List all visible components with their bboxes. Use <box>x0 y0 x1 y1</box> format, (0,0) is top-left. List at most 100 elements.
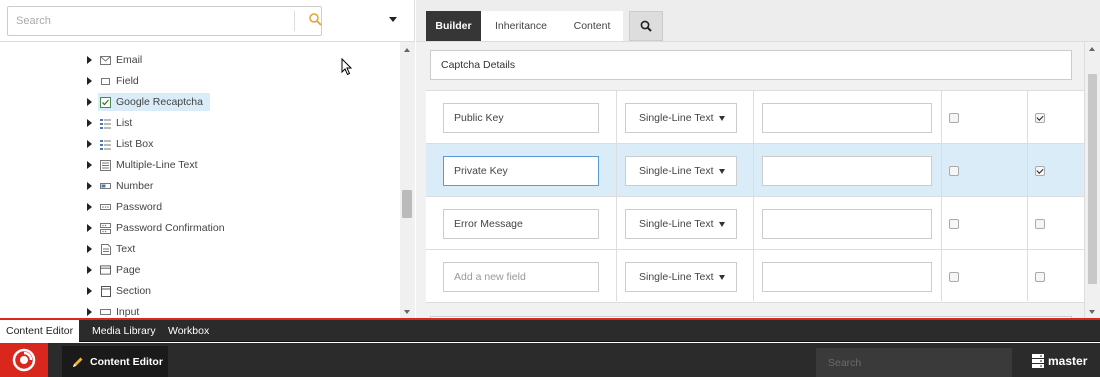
builder-scrollbar[interactable] <box>1084 42 1100 318</box>
tree-item-label: List Box <box>116 138 154 150</box>
expand-arrow-icon[interactable] <box>87 182 92 190</box>
field-name-input[interactable]: Error Message <box>443 209 599 239</box>
field-name-input[interactable]: Private Key <box>443 156 599 186</box>
fields-grid: Public Key Single-Line Text Private Key … <box>426 90 1084 303</box>
builder-content: Captcha Details Public Key Single-Line T… <box>416 42 1084 318</box>
tree-item-label: Number <box>116 180 154 192</box>
unversioned-checkbox[interactable] <box>949 113 959 123</box>
field-type-value: Single-Line Text <box>639 271 714 283</box>
database-name: master <box>1048 354 1088 368</box>
tab-inheritance[interactable]: Inheritance <box>481 11 561 41</box>
expand-arrow-icon[interactable] <box>87 56 92 64</box>
tree-item[interactable]: Number <box>87 177 156 195</box>
content-editor-app[interactable]: Content Editor <box>62 346 168 377</box>
tree-item[interactable]: Section <box>87 282 154 300</box>
search-icon[interactable] <box>308 12 322 30</box>
search-divider <box>294 11 295 31</box>
shared-checkbox[interactable] <box>1035 219 1045 229</box>
tree-item-selected[interactable]: Google Recaptcha <box>87 93 210 111</box>
tree-item[interactable]: Input <box>87 303 142 318</box>
tree-item[interactable]: Field <box>87 72 142 90</box>
tree-item[interactable]: Multiple-Line Text <box>87 156 201 174</box>
scroll-down-icon[interactable] <box>404 310 410 314</box>
field-type-select[interactable]: Single-Line Text <box>625 156 737 186</box>
selection-highlight: Google Recaptcha <box>98 93 210 111</box>
expand-arrow-icon[interactable] <box>87 245 92 253</box>
tree-search-box <box>7 6 322 36</box>
scroll-up-icon[interactable] <box>1089 47 1095 51</box>
checkbox-icon <box>100 96 111 108</box>
unversioned-checkbox[interactable] <box>949 219 959 229</box>
email-icon <box>100 55 111 66</box>
expand-arrow-icon[interactable] <box>87 161 92 169</box>
tab-media-library[interactable]: Media Library <box>86 320 162 342</box>
tree-item-label: Google Recaptcha <box>116 96 203 108</box>
database-selector[interactable]: master <box>1032 352 1087 370</box>
field-type-select[interactable]: Single-Line Text <box>625 103 737 133</box>
field-type-select[interactable]: Single-Line Text <box>625 209 737 239</box>
expand-arrow-icon[interactable] <box>87 224 92 232</box>
search-icon <box>640 20 652 32</box>
tree-item-label: Field <box>116 75 139 87</box>
tree-item[interactable]: Password Confirmation <box>87 219 228 237</box>
scroll-down-icon[interactable] <box>1089 310 1095 314</box>
expand-arrow-icon[interactable] <box>87 266 92 274</box>
chevron-down-icon[interactable] <box>388 15 398 25</box>
taskbar-search-input[interactable] <box>816 348 1012 377</box>
expand-arrow-icon[interactable] <box>87 119 92 127</box>
tree-item[interactable]: List <box>87 114 135 132</box>
page-icon <box>100 265 111 276</box>
tab-search-button[interactable] <box>629 11 663 41</box>
tree-scrollbar[interactable] <box>400 42 415 318</box>
sitecore-logo[interactable] <box>0 343 48 377</box>
tree-item[interactable]: List Box <box>87 135 156 153</box>
tree-search-input[interactable] <box>8 7 288 35</box>
tab-content-editor[interactable]: Content Editor <box>0 320 80 342</box>
expand-arrow-icon[interactable] <box>87 98 92 106</box>
expand-arrow-icon[interactable] <box>87 203 92 211</box>
tree-item[interactable]: Email <box>87 51 145 69</box>
unversioned-checkbox[interactable] <box>949 166 959 176</box>
new-field-row: Add a new field Single-Line Text <box>426 250 1084 303</box>
password-icon <box>100 202 111 213</box>
taskbar: Content Editor master <box>0 343 1100 377</box>
new-field-name-input[interactable]: Add a new field <box>443 262 599 292</box>
expand-arrow-icon[interactable] <box>87 77 92 85</box>
tab-builder[interactable]: Builder <box>426 11 481 41</box>
shared-checkbox[interactable] <box>1035 272 1045 282</box>
field-type-select[interactable]: Single-Line Text <box>625 262 737 292</box>
template-builder-panel: Builder Inheritance Content Captcha Deta… <box>416 0 1100 318</box>
unversioned-checkbox[interactable] <box>949 272 959 282</box>
shared-checkbox[interactable] <box>1035 166 1045 176</box>
expand-arrow-icon[interactable] <box>87 308 92 316</box>
tab-content[interactable]: Content <box>561 11 623 41</box>
scrollbar-thumb[interactable] <box>402 190 412 218</box>
tree-item[interactable]: Text <box>87 240 138 258</box>
tree-item-label: Password <box>116 201 163 213</box>
field-name-input[interactable]: Public Key <box>443 103 599 133</box>
field-type-value: Single-Line Text <box>639 112 714 124</box>
field-source-input[interactable] <box>762 209 932 239</box>
tree-item-label: Password Confirmation <box>116 222 225 234</box>
field-icon <box>100 76 111 87</box>
number-icon <box>100 181 111 192</box>
scrollbar-thumb[interactable] <box>1088 74 1097 284</box>
tab-workbox[interactable]: Workbox <box>162 320 215 342</box>
sitecore-logo-icon <box>12 348 36 372</box>
field-source-input[interactable] <box>762 262 932 292</box>
expand-arrow-icon[interactable] <box>87 140 92 148</box>
tree-item-label: Section <box>116 285 152 297</box>
shared-checkbox[interactable] <box>1035 113 1045 123</box>
field-source-input[interactable] <box>762 103 932 133</box>
field-source-input[interactable] <box>762 156 932 186</box>
tree-item[interactable]: Password <box>87 198 165 216</box>
tree-list: Email Field Google Recaptcha List List B… <box>0 48 400 318</box>
expand-arrow-icon[interactable] <box>87 287 92 295</box>
scroll-up-icon[interactable] <box>404 48 410 52</box>
pencil-icon <box>73 357 83 367</box>
application-tabs: Content Editor Media Library Workbox <box>0 320 1100 342</box>
section-icon <box>100 285 111 297</box>
column-divider <box>753 91 754 301</box>
tree-item[interactable]: Page <box>87 261 144 279</box>
section-name-field[interactable]: Captcha Details <box>430 50 1072 80</box>
